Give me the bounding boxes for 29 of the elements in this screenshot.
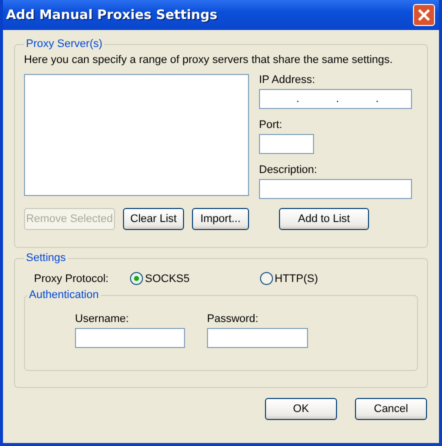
field-label: Port:: [259, 119, 284, 131]
list-button[interactable]: Import...: [192, 208, 249, 230]
field-label: IP Address:: [259, 74, 316, 86]
ip-address-field[interactable]: . . .: [259, 89, 412, 109]
ip-separator: .: [336, 93, 340, 105]
protocol-radio[interactable]: SOCKS5: [130, 272, 190, 285]
password-field[interactable]: [207, 328, 308, 348]
group-title: Authentication: [28, 289, 100, 301]
proxy-list[interactable]: [24, 74, 249, 196]
protocol-label: Proxy Protocol:: [34, 272, 110, 284]
window-title: Add Manual Proxies Settings: [6, 8, 218, 22]
field-label: Description:: [259, 164, 318, 176]
list-button[interactable]: Clear List: [123, 208, 184, 230]
description-text: Here you can specify a range of proxy servers that share the same settings.: [24, 54, 394, 66]
description-field[interactable]: [259, 179, 412, 199]
field-label: Username:: [75, 313, 130, 325]
username-field[interactable]: [75, 328, 185, 348]
field-label: Password:: [207, 313, 260, 325]
ip-separator: .: [376, 93, 379, 105]
add-to-list-button[interactable]: Add to List: [279, 208, 369, 230]
dialog-button[interactable]: OK: [265, 398, 337, 420]
ip-separator: .: [296, 93, 300, 105]
close-icon: [418, 9, 430, 21]
close-button[interactable]: [413, 4, 435, 26]
port-field[interactable]: [259, 134, 314, 154]
group-title: Settings: [25, 252, 67, 264]
protocol-radio[interactable]: HTTP(S): [260, 272, 318, 285]
dialog-button[interactable]: Cancel: [355, 398, 427, 420]
group-title: Proxy Server(s): [25, 38, 104, 50]
